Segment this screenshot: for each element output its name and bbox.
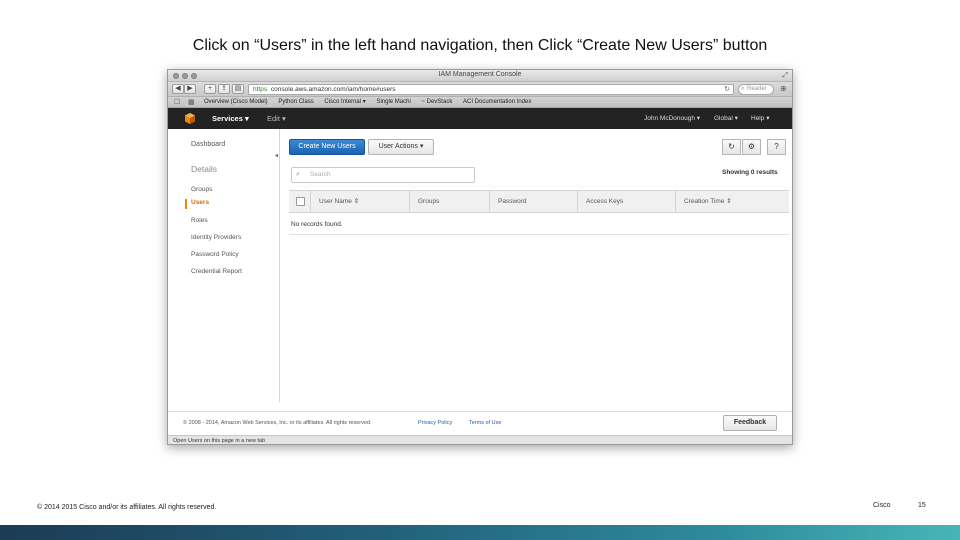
reader-label: Reader [747,86,767,92]
help-menu[interactable]: Help ▾ [751,114,769,122]
empty-table-message: No records found. [291,221,343,228]
sort-icon: ⇕ [353,198,360,205]
console-copyright: © 2008 - 2014, Amazon Web Services, Inc.… [183,420,372,426]
url-text: console.aws.amazon.com/iam/home#users [270,86,396,93]
bookmark-item[interactable]: Overview (Cisco Model) [204,97,268,108]
create-new-users-button[interactable]: Create New Users [289,139,365,155]
iam-sidebar: Dashboard Details Groups Users Roles Ide… [168,129,280,402]
column-access-keys: Access Keys [577,191,675,212]
chevron-down-icon: ▾ [282,114,286,123]
window-titlebar: IAM Management Console ⤢ [168,70,792,82]
search-icon: ⌕ [296,171,300,178]
refresh-icon: ↻ [728,142,735,151]
slide-company: Cisco [873,502,891,509]
slide-footer-band [0,525,960,540]
reading-list-icon[interactable]: ☐ [174,97,180,108]
user-actions-button[interactable]: User Actions ▾ [368,139,434,155]
search-placeholder: Search [310,171,331,178]
help-icon: ? [774,142,779,151]
sort-icon: ⇕ [726,198,732,205]
sidebar-item-password-policy[interactable]: Password Policy [191,251,239,258]
account-menu[interactable]: John McDonough ▾ [644,114,700,122]
active-indicator [185,199,187,209]
slide-title: Click on “Users” in the left hand naviga… [192,37,768,54]
column-creation-time[interactable]: Creation Time ⇕ [675,191,789,212]
downloads-icon[interactable]: ⊕ [780,84,787,93]
forward-button[interactable]: ▶ [184,84,196,94]
aws-top-nav: Services ▾ Edit ▾ John McDonough ▾ Globa… [168,108,792,129]
feedback-button[interactable]: Feedback [723,415,777,431]
browser-toolbar: ◀ ▶ + ⇪ ▤ https console.aws.amazon.com/i… [168,82,792,97]
sidebar-item-identity-providers[interactable]: Identity Providers [191,234,241,241]
collapse-sidebar-icon[interactable]: ◂ [275,152,279,159]
bookmark-item[interactable]: ACI Documentation Index [463,97,531,108]
region-menu[interactable]: Global ▾ [714,114,738,122]
sidebar-item-roles[interactable]: Roles [191,217,208,224]
reload-icon[interactable]: ↻ [724,85,730,94]
slide-copyright: © 2014 2015 Cisco and/or its affiliates.… [37,504,217,511]
settings-gear-icon: ⚙ [747,142,756,151]
bookmark-item[interactable]: ~ DevStack [421,97,452,108]
select-all-checkbox[interactable] [296,197,305,206]
search-icon: ⌕ [741,86,745,92]
address-bar[interactable]: https console.aws.amazon.com/iam/home#us… [248,84,734,95]
window-title: IAM Management Console [438,71,522,78]
chevron-down-icon: ▾ [734,115,738,122]
help-button[interactable]: ? [767,139,786,155]
sidebar-item-users[interactable]: Users [191,199,209,206]
bookmark-item[interactable]: Cisco Internal ▾ [324,97,365,108]
console-footer: © 2008 - 2014, Amazon Web Services, Inc.… [168,411,792,435]
edit-menu[interactable]: Edit ▾ [267,114,286,123]
sidebar-item-dashboard[interactable]: Dashboard [191,141,225,148]
chevron-down-icon: ▾ [419,143,424,150]
aws-logo-icon[interactable] [185,113,195,124]
top-sites-icon[interactable]: ▦ [188,97,195,108]
bookmarks-sidebar-button[interactable]: ▤ [232,84,244,94]
back-button[interactable]: ◀ [172,84,184,94]
column-password: Password [489,191,577,212]
fullscreen-icon[interactable]: ⤢ [782,72,788,80]
new-tab-button[interactable]: + [204,84,216,94]
settings-button[interactable]: ⚙ [742,139,761,155]
https-indicator: https [253,86,268,93]
reader-button[interactable]: ⌕ Reader [738,84,774,95]
sidebar-item-credential-report[interactable]: Credential Report [191,268,242,275]
sidebar-heading-details: Details [191,164,217,174]
terms-of-use-link[interactable]: Terms of Use [469,420,501,426]
chevron-down-icon: ▾ [766,115,770,122]
column-groups: Groups [409,191,489,212]
column-user-name[interactable]: User Name ⇕ [310,191,409,212]
bookmarks-bar: ☐ ▦ Overview (Cisco Model) Python Class … [168,97,792,108]
search-input[interactable]: ⌕ Search [291,167,475,183]
bookmark-item[interactable]: Python Class [278,97,313,108]
refresh-button[interactable]: ↻ [722,139,741,155]
browser-screenshot: IAM Management Console ⤢ ◀ ▶ + ⇪ ▤ https… [167,69,793,445]
chevron-down-icon: ▾ [696,115,701,122]
privacy-policy-link[interactable]: Privacy Policy [418,420,452,426]
divider [289,234,789,235]
slide-page-number: 15 [918,502,926,509]
bookmark-item[interactable]: Single Machi [376,97,410,108]
services-menu[interactable]: Services ▾ [212,114,249,123]
chevron-down-icon: ▾ [244,114,249,123]
results-count: Showing 0 results [722,169,778,176]
browser-status-bar: Open Users on this page in a new tab [168,435,792,444]
sidebar-item-groups[interactable]: Groups [191,186,212,193]
users-table-header: User Name ⇕ Groups Password Access Keys … [289,190,789,213]
share-button[interactable]: ⇪ [218,84,230,94]
